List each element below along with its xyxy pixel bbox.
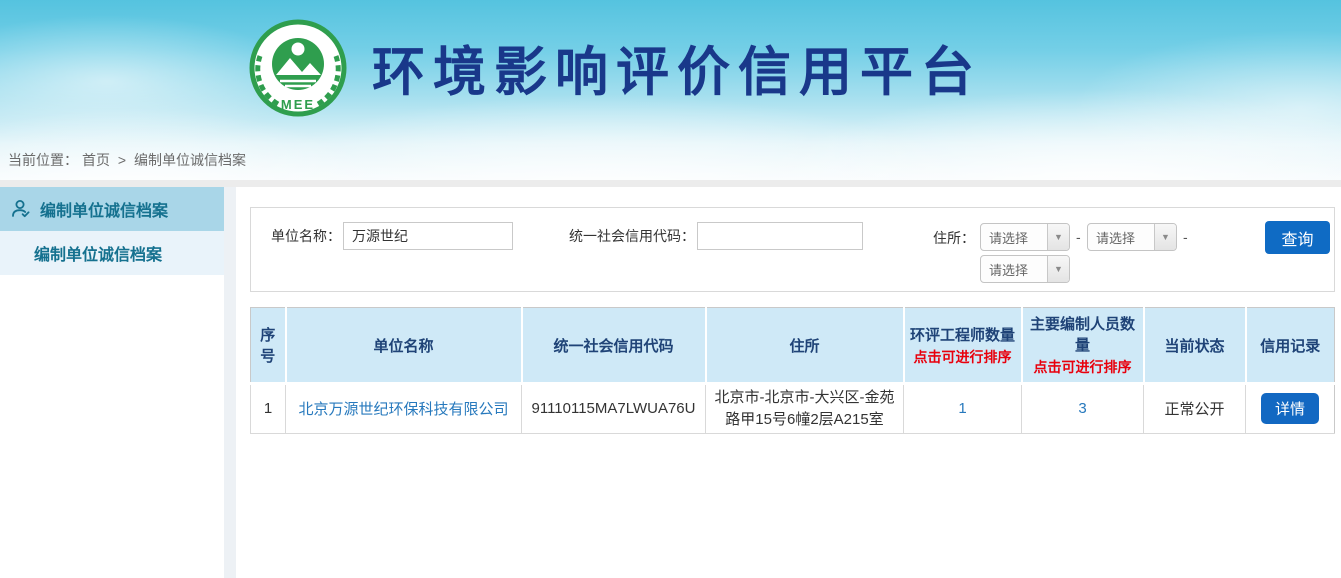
brand-area: MEE 环境影响评价信用平台	[0, 0, 1341, 120]
credit-code-value: 91110115MA7LWUA76U	[522, 384, 706, 434]
col-engineer-count-sortable[interactable]: 环评工程师数量 点击可进行排序	[904, 308, 1022, 384]
city-select[interactable]: 请选择 ▼	[1087, 223, 1177, 251]
breadcrumb-home-link[interactable]: 首页	[82, 152, 110, 168]
col-staff-count-sortable[interactable]: 主要编制人员数量 点击可进行排序	[1022, 308, 1144, 384]
sidebar-main-divider	[224, 187, 236, 578]
credit-code-label: 统一社会信用代码：	[569, 226, 695, 246]
unit-name-link[interactable]: 北京万源世纪环保科技有限公司	[298, 401, 508, 418]
sidebar-item-label: 编制单位诚信档案	[40, 197, 168, 221]
status-value: 正常公开	[1144, 384, 1246, 434]
address-value: 北京市-北京市-大兴区-金苑路甲15号6幢2层A215室	[706, 384, 904, 434]
detail-button[interactable]: 详情	[1261, 393, 1319, 424]
province-select-value: 请选择	[981, 228, 1047, 247]
sidebar-item-unit-credit-archive[interactable]: 编制单位诚信档案	[0, 187, 224, 231]
mee-logo-icon: MEE	[246, 16, 350, 120]
chevron-down-icon: ▼	[1154, 224, 1176, 250]
page-title: 环境影响评价信用平台	[372, 30, 982, 106]
address-dash-1: -	[1076, 229, 1081, 245]
engineer-count-link[interactable]: 1	[958, 400, 966, 417]
col-credit-record: 信用记录	[1246, 308, 1335, 384]
breadcrumb-separator: >	[118, 152, 126, 168]
staff-sort-hint: 点击可进行排序	[1025, 357, 1141, 377]
breadcrumb: 当前位置：首页 > 编制单位诚信档案	[8, 150, 250, 170]
col-unit-name: 单位名称	[286, 308, 522, 384]
sidebar-subitem-label: 编制单位诚信档案	[34, 241, 162, 265]
sidebar: 编制单位诚信档案 编制单位诚信档案	[0, 187, 224, 578]
main-panel: 单位名称： 统一社会信用代码： 住所： 请选择 ▼ - 请选择 ▼ - 请选择 …	[236, 187, 1341, 578]
engineer-sort-hint: 点击可进行排序	[907, 347, 1019, 367]
address-dash-2: -	[1183, 229, 1188, 245]
col-address: 住所	[706, 308, 904, 384]
site-header: MEE 环境影响评价信用平台 当前位置：首页 > 编制单位诚信档案	[0, 0, 1341, 180]
province-select[interactable]: 请选择 ▼	[980, 223, 1070, 251]
chevron-down-icon: ▼	[1047, 224, 1069, 250]
staff-count-link[interactable]: 3	[1078, 400, 1086, 417]
city-select-value: 请选择	[1088, 228, 1154, 247]
col-index: 序号	[251, 308, 286, 384]
search-form: 单位名称： 统一社会信用代码： 住所： 请选择 ▼ - 请选择 ▼ - 请选择 …	[250, 207, 1335, 292]
credit-code-input[interactable]	[697, 222, 863, 250]
table-row: 1 北京万源世纪环保科技有限公司 91110115MA7LWUA76U 北京市-…	[251, 384, 1335, 434]
chevron-down-icon: ▼	[1047, 256, 1069, 282]
sidebar-subitem-unit-credit-archive[interactable]: 编制单位诚信档案	[0, 231, 224, 275]
svg-text:MEE: MEE	[281, 97, 315, 112]
col-staff-count-label: 主要编制人员数量	[1025, 313, 1141, 355]
table-header-row: 序号 单位名称 统一社会信用代码 住所 环评工程师数量 点击可进行排序 主要编制…	[251, 308, 1335, 384]
results-table: 序号 单位名称 统一社会信用代码 住所 环评工程师数量 点击可进行排序 主要编制…	[250, 307, 1335, 434]
breadcrumb-current: 编制单位诚信档案	[134, 152, 246, 168]
unit-name-input[interactable]	[343, 222, 513, 250]
row-index: 1	[251, 384, 286, 434]
col-status: 当前状态	[1144, 308, 1246, 384]
breadcrumb-prefix: 当前位置：	[8, 152, 78, 168]
col-engineer-count-label: 环评工程师数量	[907, 324, 1019, 345]
search-form-row: 单位名称： 统一社会信用代码：	[251, 221, 863, 251]
address-label: 住所：	[933, 228, 975, 248]
content-area: 编制单位诚信档案 编制单位诚信档案 单位名称： 统一社会信用代码： 住所： 请选…	[0, 187, 1341, 578]
district-select-value: 请选择	[981, 260, 1047, 279]
person-check-icon	[10, 198, 32, 220]
district-select[interactable]: 请选择 ▼	[980, 255, 1070, 283]
query-button[interactable]: 查询	[1265, 221, 1330, 254]
col-credit-code: 统一社会信用代码	[522, 308, 706, 384]
unit-name-label: 单位名称：	[271, 226, 341, 246]
header-divider	[0, 180, 1341, 187]
